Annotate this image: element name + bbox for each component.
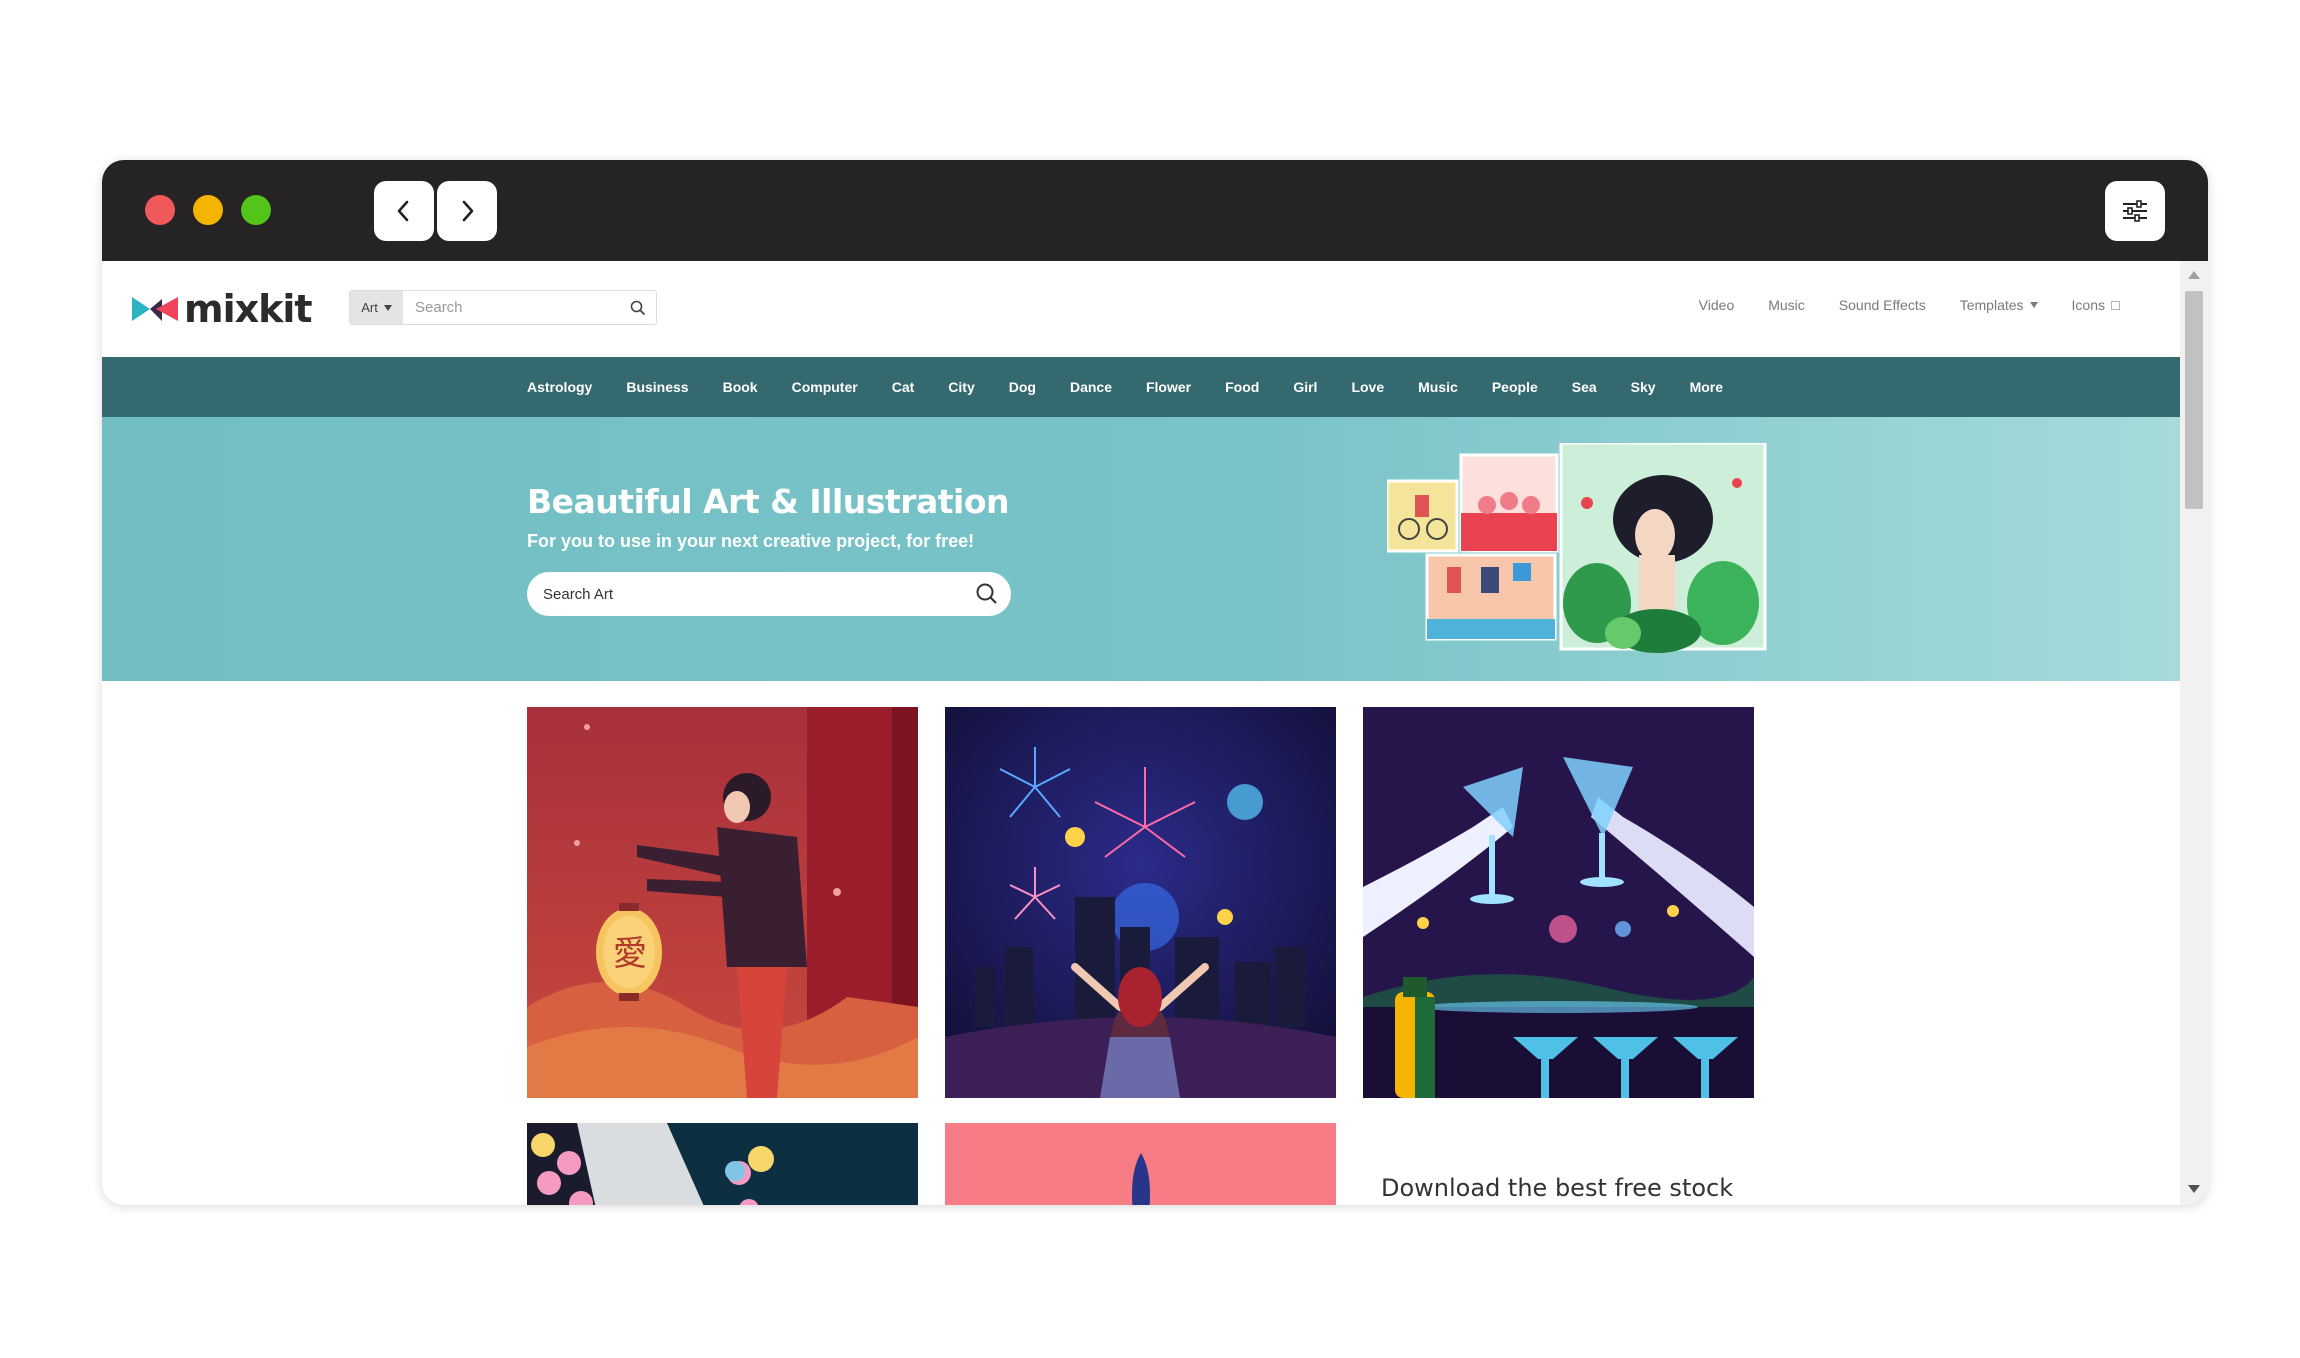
search-category-label: Art	[361, 300, 378, 315]
caret-down-icon	[2029, 302, 2038, 308]
scroll-up-arrow-icon[interactable]	[2188, 271, 2200, 279]
chevron-left-icon	[397, 200, 409, 222]
logo-mark-icon	[132, 297, 178, 321]
caret-down-icon	[383, 304, 392, 311]
category-more[interactable]: More	[1690, 379, 1723, 395]
art-image-city-fireworks	[945, 707, 1336, 1098]
forward-button[interactable]	[437, 181, 497, 241]
nav-templates-label: Templates	[1959, 297, 2024, 313]
art-card-city-fireworks[interactable]	[945, 707, 1336, 1098]
art-image-champagne-toast	[1363, 707, 1754, 1098]
nav-sound-effects-link[interactable]: Sound Effects	[1839, 297, 1926, 313]
category-dog[interactable]: Dog	[1009, 379, 1036, 395]
category-dance[interactable]: Dance	[1070, 379, 1112, 395]
art-image-lantern-girl: 愛	[527, 707, 918, 1098]
minimize-window-button[interactable]	[193, 195, 223, 225]
svg-text:愛: 愛	[613, 934, 647, 974]
category-computer[interactable]: Computer	[792, 379, 858, 395]
search-category-dropdown[interactable]: Art	[350, 291, 403, 324]
category-cat[interactable]: Cat	[892, 379, 915, 395]
nav-icons-label: Icons	[2071, 297, 2105, 313]
nav-icons-link[interactable]: Icons	[2072, 297, 2120, 313]
nav-video-link[interactable]: Video	[1699, 297, 1735, 313]
scroll-down-arrow-icon[interactable]	[2188, 1185, 2200, 1193]
mixkit-logo[interactable]: mixkit	[132, 287, 313, 331]
maximize-window-button[interactable]	[241, 195, 271, 225]
category-girl[interactable]: Girl	[1293, 379, 1317, 395]
vertical-scrollbar[interactable]	[2180, 261, 2208, 1205]
external-link-icon	[2111, 300, 2120, 310]
close-window-button[interactable]	[145, 195, 175, 225]
page-content: mixkit Art Video Music Sound Effects	[102, 261, 2180, 1205]
hero-search-button[interactable]	[963, 572, 1011, 616]
sliders-icon	[2123, 200, 2147, 222]
art-card-pink-feather[interactable]	[945, 1123, 1336, 1205]
hero-search	[527, 572, 1011, 616]
logo-text: mixkit	[184, 287, 313, 331]
browser-window: mixkit Art Video Music Sound Effects	[102, 160, 2208, 1205]
category-sea[interactable]: Sea	[1572, 379, 1597, 395]
nav-video-label: Video	[1698, 297, 1735, 313]
top-nav: Video Music Sound Effects Templates Icon…	[1665, 297, 2120, 313]
art-card-balloons[interactable]	[527, 1123, 918, 1205]
category-book[interactable]: Book	[723, 379, 758, 395]
page-viewport: mixkit Art Video Music Sound Effects	[102, 261, 2208, 1205]
header-search-input[interactable]	[403, 291, 620, 324]
hero-subtitle: For you to use in your next creative pro…	[527, 531, 975, 551]
category-city[interactable]: City	[948, 379, 974, 395]
promo-heading: Download the best free stock	[1381, 1174, 1734, 1202]
nav-music-label: Music	[1768, 297, 1805, 313]
art-image-balloons	[527, 1123, 918, 1205]
nav-templates-dropdown[interactable]: Templates	[1960, 297, 2038, 313]
nav-sound-effects-label: Sound Effects	[1838, 297, 1926, 313]
art-card-lantern-girl[interactable]: 愛	[527, 707, 918, 1098]
category-astrology[interactable]: Astrology	[527, 379, 592, 395]
back-button[interactable]	[374, 181, 434, 241]
category-music[interactable]: Music	[1418, 379, 1458, 395]
header-search: Art	[349, 290, 657, 325]
chevron-right-icon	[462, 200, 474, 222]
nav-music-link[interactable]: Music	[1768, 297, 1805, 313]
hero-search-input[interactable]	[527, 585, 963, 603]
category-business[interactable]: Business	[626, 379, 688, 395]
hero-banner: Beautiful Art & Illustration For you to …	[102, 417, 2180, 681]
category-food[interactable]: Food	[1225, 379, 1259, 395]
search-icon	[976, 583, 997, 604]
category-people[interactable]: People	[1492, 379, 1538, 395]
header-search-button[interactable]	[620, 291, 656, 324]
category-sky[interactable]: Sky	[1631, 379, 1656, 395]
browser-menu-button[interactable]	[2105, 181, 2165, 241]
hero-illustration-collage	[1387, 443, 1767, 653]
category-love[interactable]: Love	[1351, 379, 1384, 395]
search-icon	[630, 300, 646, 315]
scrollbar-thumb[interactable]	[2185, 291, 2203, 509]
site-header: mixkit Art Video Music Sound Effects	[102, 261, 2180, 357]
category-flower[interactable]: Flower	[1146, 379, 1191, 395]
hero-title: Beautiful Art & Illustration	[527, 482, 1009, 521]
category-bar: Astrology Business Book Computer Cat Cit…	[102, 357, 2180, 417]
art-image-pink-feather	[945, 1123, 1336, 1205]
title-bar	[102, 160, 2208, 261]
art-card-champagne-toast[interactable]	[1363, 707, 1754, 1098]
category-list: Astrology Business Book Computer Cat Cit…	[527, 357, 1757, 417]
